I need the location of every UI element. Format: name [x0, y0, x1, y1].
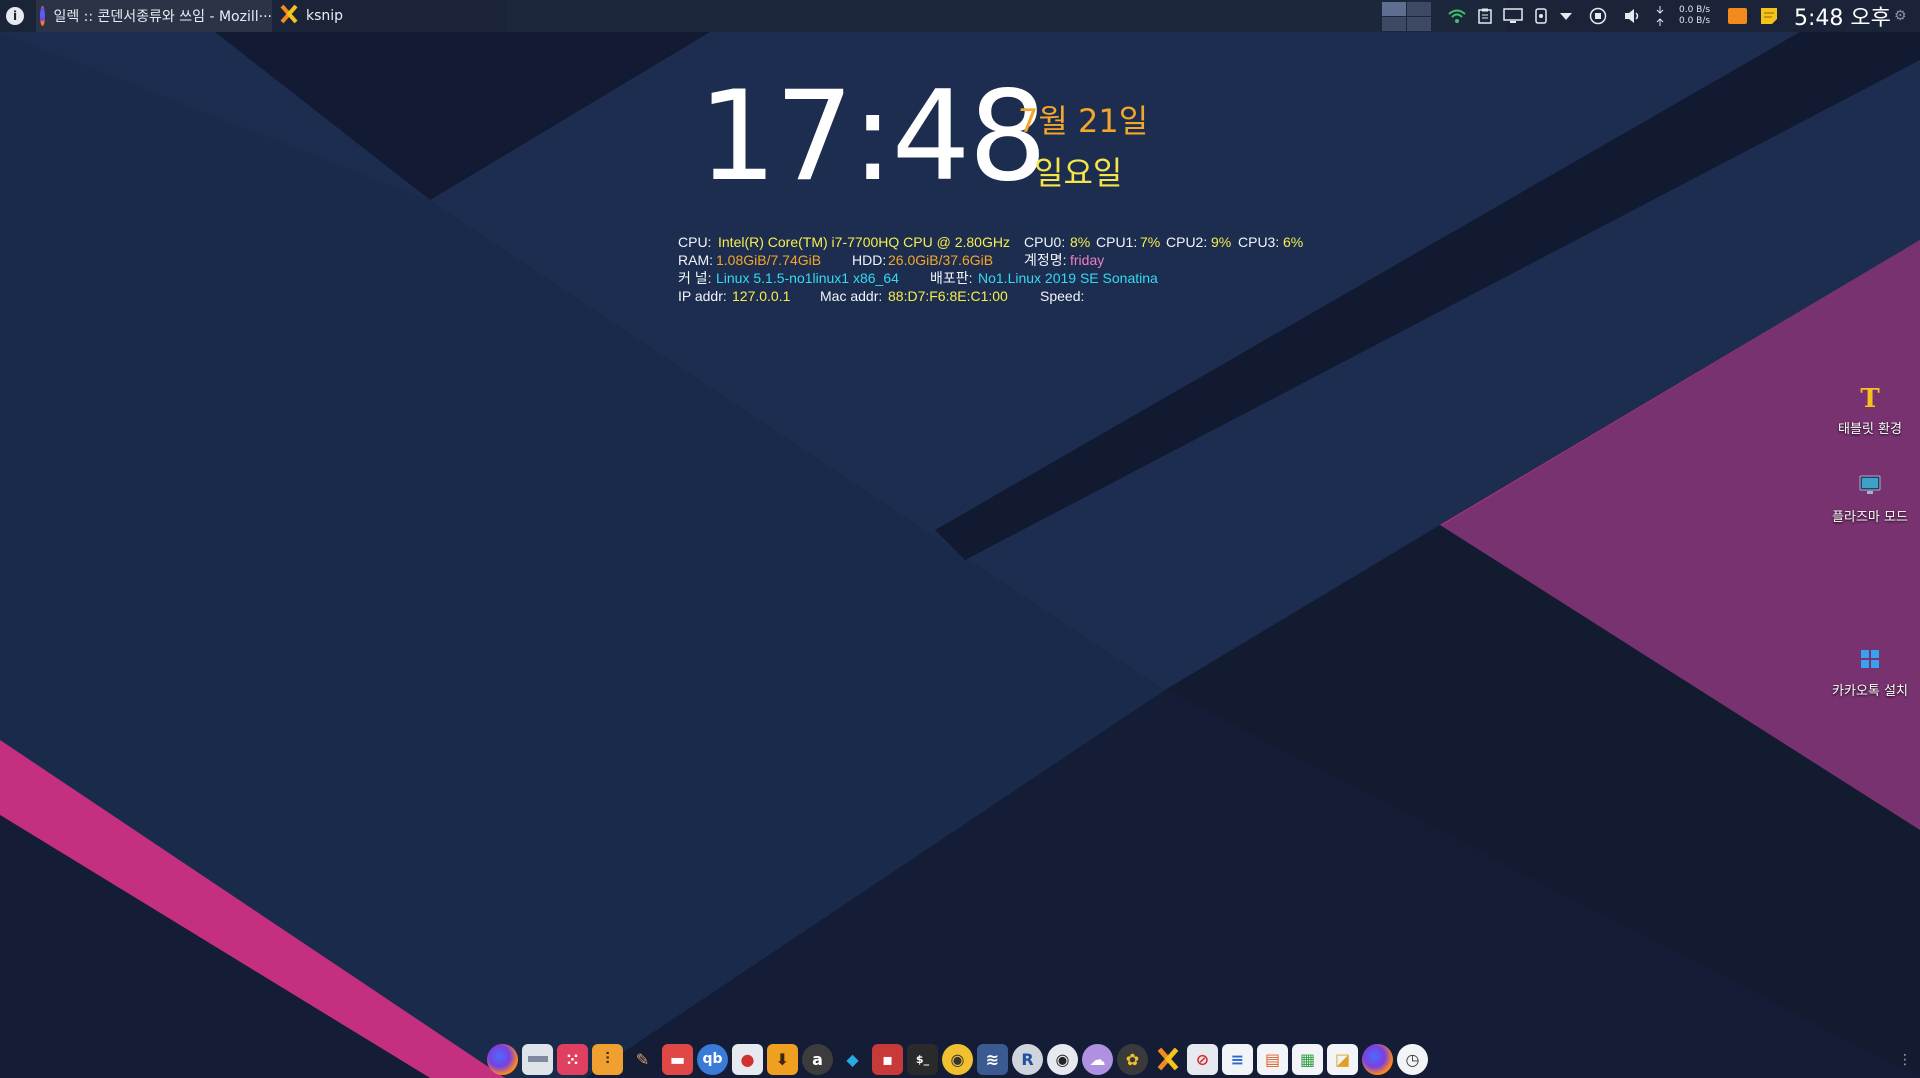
- palette-icon[interactable]: ✿: [1117, 1043, 1148, 1075]
- notification-icon[interactable]: [1728, 0, 1747, 32]
- draw-icon[interactable]: ◪: [1327, 1043, 1358, 1075]
- account-label: 계정명:: [1024, 252, 1067, 268]
- ksnip-icon[interactable]: [1152, 1044, 1183, 1075]
- windows-installer-icon: [1859, 648, 1881, 674]
- display-icon[interactable]: [1503, 0, 1523, 32]
- virtual-desktop-pager[interactable]: [1382, 0, 1431, 32]
- volume-icon[interactable]: [1624, 0, 1642, 32]
- conky-weekday: 일요일: [1034, 154, 1123, 192]
- plasma-mode-icon: [1858, 474, 1882, 500]
- cpu1-label: CPU1:: [1096, 234, 1138, 250]
- more-icon[interactable]: ⋮: [1898, 1052, 1912, 1068]
- distro-value: No1.Linux 2019 SE Sonatina: [978, 270, 1158, 286]
- video-recorder-icon[interactable]: ▪: [872, 1043, 903, 1075]
- firefox-icon[interactable]: [1362, 1043, 1393, 1075]
- cpu0-label: CPU0:: [1024, 234, 1066, 250]
- conky-clock: 17:48: [698, 65, 1047, 209]
- cpu0-value: 8%: [1070, 234, 1091, 250]
- amazon-icon[interactable]: a: [802, 1043, 833, 1075]
- ksnip-icon: [280, 4, 298, 28]
- sticky-note-icon[interactable]: [1760, 0, 1778, 32]
- top-panel: i 일렉 :: 콘덴서종류와 쓰임 - Mozill··· ksnip 0.0 …: [0, 0, 1920, 32]
- cpu3-label: CPU3:: [1238, 234, 1280, 250]
- writer-icon[interactable]: ≡: [1222, 1043, 1253, 1075]
- document-viewer-icon[interactable]: ●: [732, 1043, 763, 1075]
- clock-text: 5:48 오후: [1794, 6, 1891, 31]
- weather-icon[interactable]: ☁: [1082, 1043, 1113, 1075]
- cpu3-value: 6%: [1283, 234, 1304, 250]
- dock: ⁙ ⫶ ✎ ▬ qb ● ⬇ a ◆ ▪ $_ ◉ ≋ R ◉ ☁ ✿ ⊘ ≡ …: [487, 1042, 1428, 1076]
- ip-value: 127.0.0.1: [732, 288, 791, 304]
- pdf-icon[interactable]: ⊘: [1187, 1043, 1218, 1075]
- desktop-icon-label: 태블릿 환경: [1838, 422, 1902, 437]
- kernel-label: 커 널:: [678, 270, 712, 286]
- network-speed: 0.0 B/s 0.0 B/s: [1679, 0, 1710, 32]
- download-icon[interactable]: ⬇: [767, 1043, 798, 1075]
- r-icon[interactable]: R: [1012, 1043, 1043, 1075]
- kodi-icon[interactable]: ◆: [837, 1044, 868, 1075]
- media-stop-icon[interactable]: [1589, 0, 1607, 32]
- desktop-3[interactable]: [1382, 16, 1406, 31]
- cpu2-label: CPU2:: [1166, 234, 1208, 250]
- info-icon: i: [6, 7, 24, 25]
- task-firefox[interactable]: 일렉 :: 콘덴서종류와 쓰임 - Mozill···: [36, 0, 272, 32]
- desktop-1[interactable]: [1382, 1, 1406, 16]
- desktop-icon-plasma-mode[interactable]: 플라즈마 모드: [1820, 474, 1920, 525]
- mac-label: Mac addr:: [820, 288, 883, 304]
- firefox-icon[interactable]: [487, 1043, 518, 1075]
- panel-settings-icon[interactable]: ⚙: [1894, 0, 1907, 32]
- ram-label: RAM:: [678, 252, 713, 268]
- menu-launcher[interactable]: i: [6, 0, 24, 32]
- cpu-model: Intel(R) Core(TM) i7-7700HQ CPU @ 2.80GH…: [718, 234, 1010, 250]
- task-area: [506, 0, 1506, 32]
- eye-icon[interactable]: ◉: [1047, 1043, 1078, 1075]
- desktop-icon-tablet-mode[interactable]: T 태블릿 환경: [1820, 386, 1920, 437]
- tablet-mode-icon: T: [1860, 384, 1880, 414]
- device-icon[interactable]: [1535, 0, 1547, 32]
- clock-icon[interactable]: ◷: [1397, 1043, 1428, 1075]
- task-ksnip[interactable]: ksnip: [276, 0, 343, 32]
- cpu1-value: 7%: [1140, 234, 1161, 250]
- desktop-icon-kakaotalk-install[interactable]: 카카오톡 설치: [1820, 648, 1920, 699]
- task-title: 일렉 :: 콘덴서종류와 쓰임 - Mozill···: [53, 9, 272, 25]
- desktop-4[interactable]: [1407, 16, 1431, 31]
- qbittorrent-icon[interactable]: qb: [697, 1043, 728, 1075]
- net-up-speed: 0.0 B/s: [1679, 16, 1711, 26]
- desktop-icon-label: 카카오톡 설치: [1832, 684, 1908, 699]
- disc-icon[interactable]: ◉: [942, 1043, 973, 1075]
- files-icon[interactable]: [522, 1043, 553, 1075]
- terminal-icon[interactable]: $_: [907, 1043, 938, 1075]
- distro-label: 배포판:: [930, 270, 973, 286]
- net-down-speed: 0.0 B/s: [1679, 5, 1711, 15]
- wifi-icon[interactable]: [1448, 0, 1466, 32]
- task-title: ksnip: [306, 8, 344, 24]
- calc-icon[interactable]: ▦: [1292, 1043, 1323, 1075]
- mixer-icon[interactable]: ⫶: [592, 1043, 623, 1075]
- desktop-icon-label: 플라즈마 모드: [1832, 510, 1908, 525]
- ip-label: IP addr:: [678, 288, 727, 304]
- clipboard-icon[interactable]: [1478, 0, 1492, 32]
- panel-clock[interactable]: 5:48 오후: [1794, 0, 1891, 32]
- firefox-icon: [40, 6, 46, 26]
- hdd-label: HDD:: [852, 252, 887, 268]
- mac-value: 88:D7:F6:8E:C1:00: [888, 288, 1008, 304]
- hdd-value: 26.0GiB/37.6GiB: [888, 252, 994, 268]
- impress-icon[interactable]: ▤: [1257, 1043, 1288, 1075]
- screenshot-icon[interactable]: ▬: [662, 1043, 693, 1075]
- chevron-down-icon[interactable]: [1560, 0, 1572, 32]
- cpu2-value: 9%: [1211, 234, 1232, 250]
- audio-editor-icon[interactable]: ≋: [977, 1043, 1008, 1075]
- desktop-2[interactable]: [1407, 1, 1431, 16]
- dice-icon[interactable]: ⁙: [557, 1043, 588, 1075]
- brush-icon[interactable]: ✎: [627, 1044, 658, 1075]
- network-updown-icon: [1656, 0, 1664, 32]
- conky-date: 7월 21일: [1018, 102, 1149, 140]
- account-value: friday: [1070, 252, 1105, 268]
- ram-value: 1.08GiB/7.74GiB: [716, 252, 822, 268]
- cpu-label: CPU:: [678, 234, 712, 250]
- kernel-value: Linux 5.1.5-no1linux1 x86_64: [716, 270, 899, 286]
- speed-label: Speed:: [1040, 288, 1085, 304]
